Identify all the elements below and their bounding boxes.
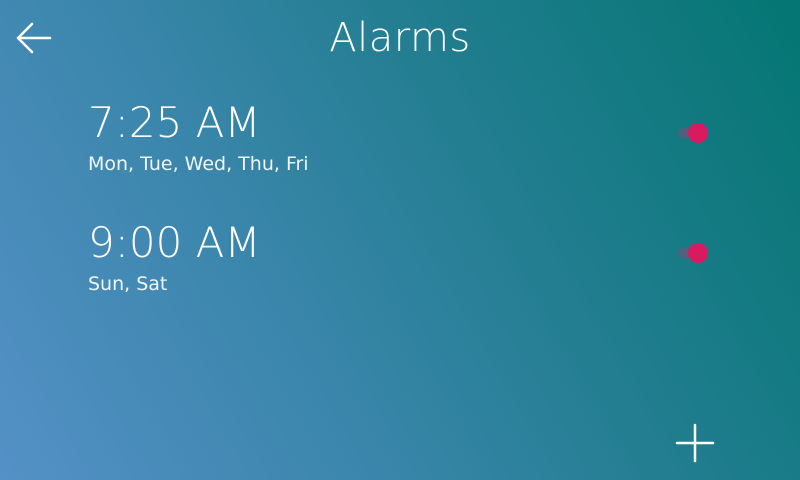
alarm-time: 7:25 AM [88,98,261,147]
page-title: Alarms [329,15,471,61]
add-alarm-button[interactable] [672,420,718,466]
alarm-time: 9:00 AM [88,218,261,267]
alarm-days: Mon, Tue, Wed, Thu, Fri [88,153,309,175]
toggle-knob [688,123,708,143]
alarm-item[interactable]: 7:25 AM Mon, Tue, Wed, Thu, Fri [88,96,728,216]
alarm-days: Sun, Sat [88,273,168,295]
alarm-toggle[interactable] [676,122,712,144]
alarm-toggle[interactable] [676,242,712,264]
alarm-list: 7:25 AM Mon, Tue, Wed, Thu, Fri 9:00 AM … [88,96,728,336]
alarm-item[interactable]: 9:00 AM Sun, Sat [88,216,728,336]
toggle-knob [688,243,708,263]
plus-icon [675,423,715,463]
